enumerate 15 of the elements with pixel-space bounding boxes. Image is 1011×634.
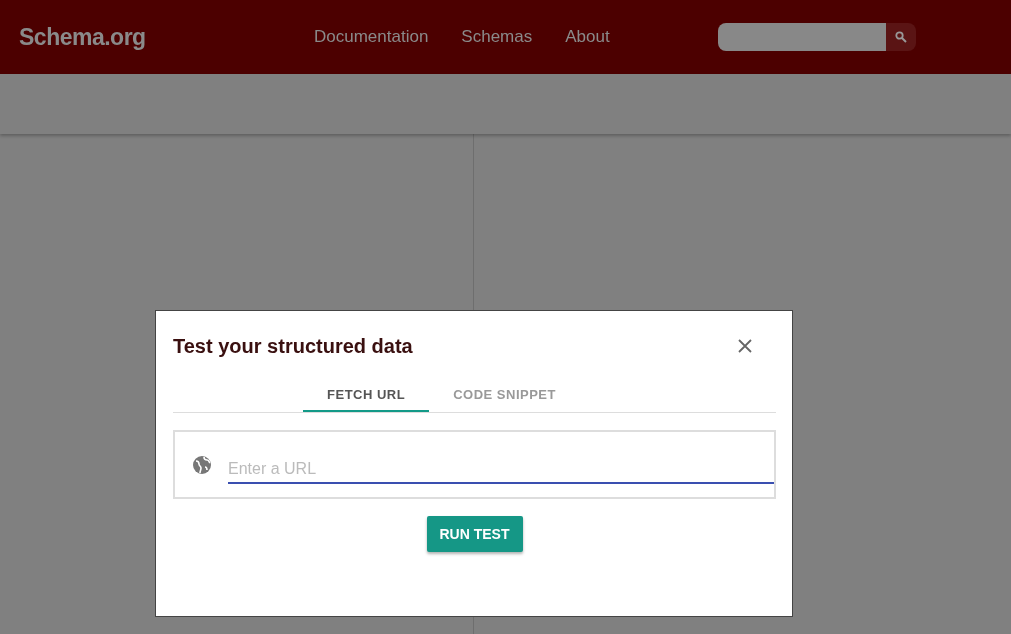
search-field[interactable] bbox=[717, 23, 886, 51]
close-icon bbox=[736, 337, 754, 355]
nav-link[interactable]: About bbox=[565, 27, 610, 47]
run-test-button[interactable]: RUN TEST bbox=[426, 516, 523, 552]
site-logo: Schema.org bbox=[19, 23, 147, 51]
close-button[interactable] bbox=[736, 337, 754, 355]
nav-link[interactable]: Documentation bbox=[314, 27, 429, 47]
search-icon bbox=[894, 31, 907, 43]
url-field[interactable]: Enter a URL bbox=[173, 430, 776, 499]
nav-link[interactable]: Schemas bbox=[461, 27, 533, 47]
search-button[interactable] bbox=[885, 23, 916, 51]
tab[interactable]: CODE SNIPPET bbox=[429, 379, 580, 412]
globe-icon bbox=[192, 454, 212, 475]
tab[interactable]: FETCH URL bbox=[303, 379, 430, 412]
dialog-title: Test your structured data bbox=[173, 334, 413, 358]
